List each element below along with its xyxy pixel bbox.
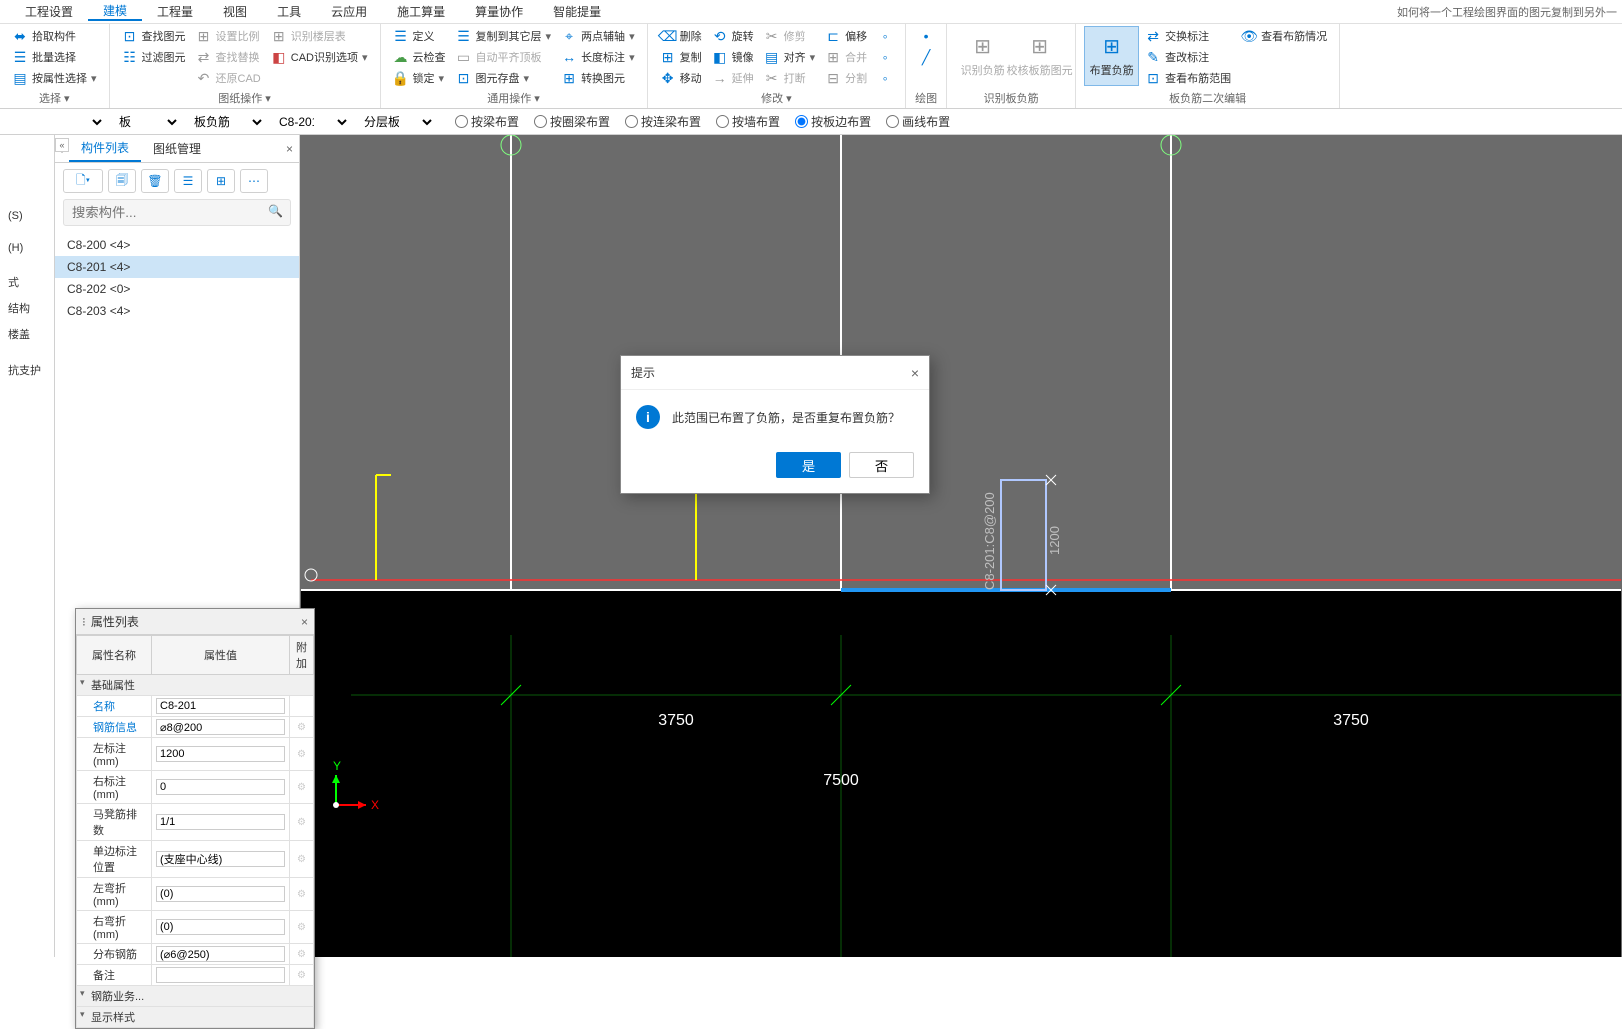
gear-icon[interactable]: ⚙ bbox=[297, 970, 306, 981]
dialog-message: 此范围已布置了负筋，是否重复布置负筋？ bbox=[672, 409, 900, 426]
prop-remark-input[interactable] bbox=[156, 967, 285, 983]
yes-button[interactable]: 是 bbox=[776, 452, 841, 478]
dialog-close-button[interactable]: × bbox=[911, 365, 919, 381]
no-button[interactable]: 否 bbox=[849, 452, 914, 478]
dialog-title: 提示 bbox=[631, 364, 655, 381]
info-icon: i bbox=[636, 405, 660, 429]
group-rebar-business[interactable]: 钢筋业务... bbox=[77, 986, 314, 1007]
confirm-dialog: 提示 × i 此范围已布置了负筋，是否重复布置负筋？ 是 否 bbox=[620, 355, 930, 494]
group-display-style[interactable]: 显示样式 bbox=[77, 1007, 314, 1028]
dialog-overlay: 提示 × i 此范围已布置了负筋，是否重复布置负筋？ 是 否 bbox=[0, 0, 1622, 957]
